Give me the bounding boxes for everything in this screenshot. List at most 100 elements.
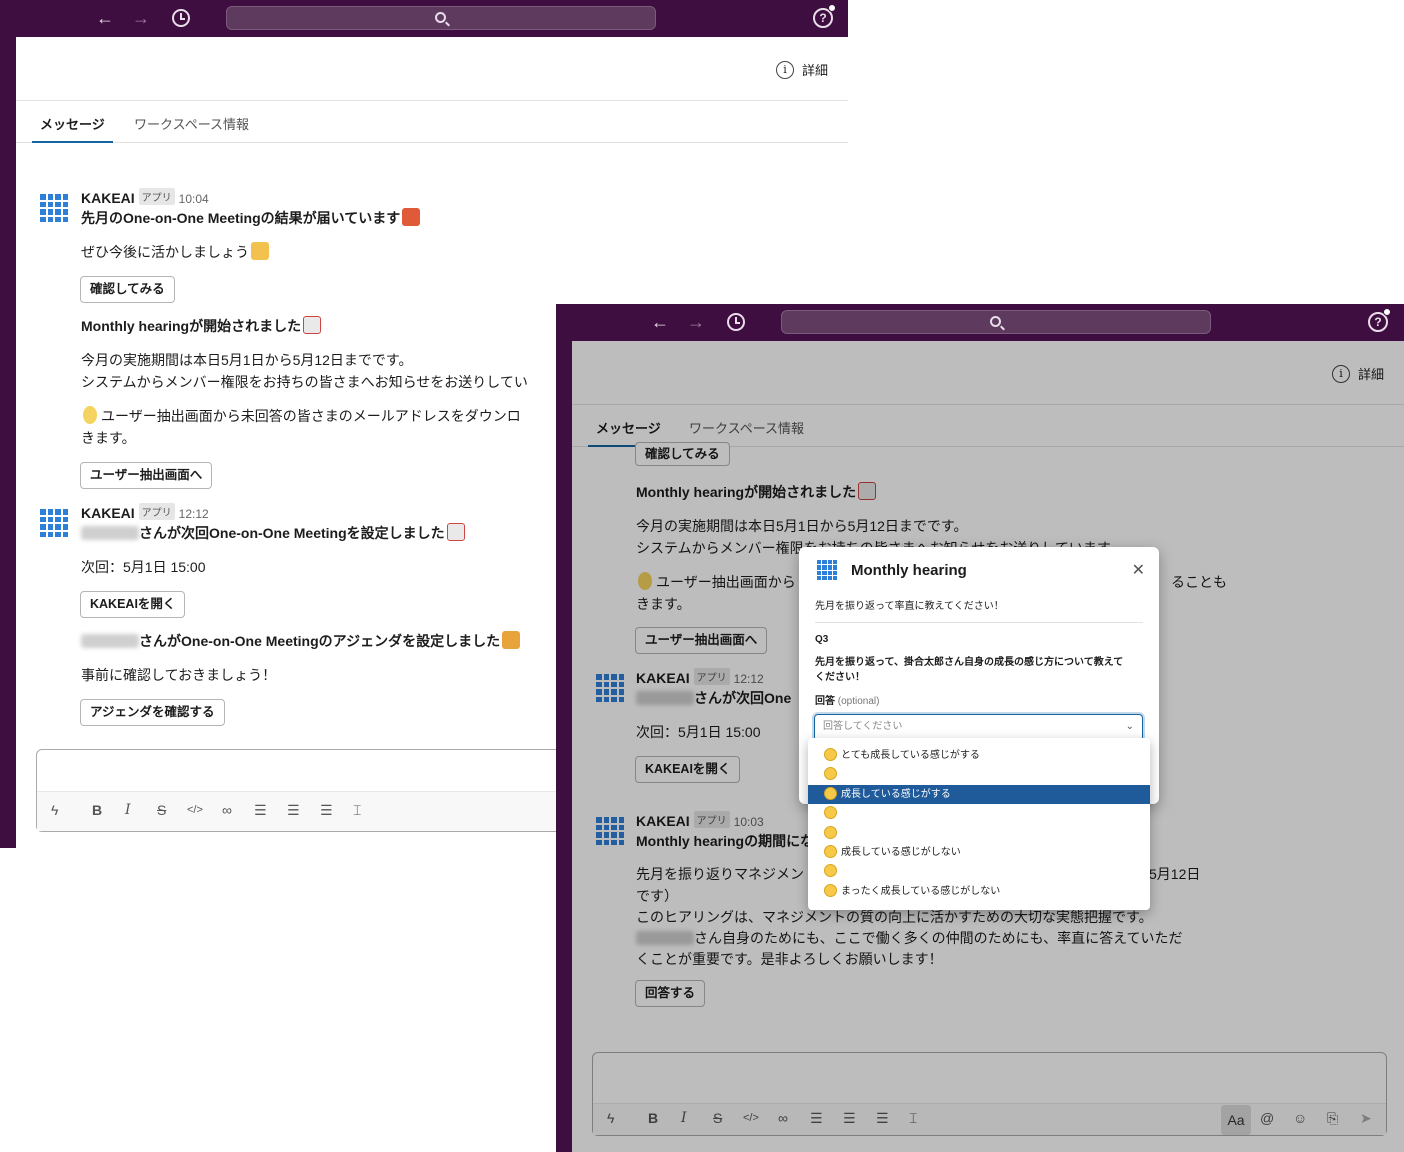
optional-label: (optional) (837, 696, 880, 707)
answer-dropdown: とても成長している感じがする 成長している感じがする 成長している感じがしない … (808, 738, 1150, 910)
code-icon[interactable]: </> (187, 804, 203, 816)
details-button[interactable]: i 詳細 (775, 60, 828, 79)
bulleted-list-icon[interactable]: ☰ (287, 802, 300, 819)
history-icon[interactable] (172, 9, 190, 27)
user-extract-button[interactable]: ユーザー抽出画面へ (80, 462, 213, 489)
link-icon[interactable]: ∞ (222, 802, 232, 818)
close-icon[interactable]: ✕ (1132, 560, 1145, 580)
search-icon (435, 12, 446, 23)
answer-label: 回答 (815, 696, 835, 707)
timestamp[interactable]: 12:12 (179, 507, 209, 521)
bold-icon[interactable]: B (92, 802, 102, 818)
dropdown-option[interactable] (808, 862, 1150, 881)
question-text: 先月を振り返って、掛合太郎さん自身の成長の感じ方について教えて (815, 657, 1124, 668)
italic-icon[interactable]: I (125, 802, 131, 818)
shortcuts-icon[interactable]: ϟ (51, 802, 58, 818)
question-text: ください！ (815, 672, 865, 683)
message-title: さんが次回One-on-One Meetingを設定しました (81, 523, 465, 543)
smile-face-icon (824, 748, 837, 761)
message-line-text: ぜひ今後に活かしましょう (81, 244, 249, 260)
check-agenda-button[interactable]: アジェンダを確認する (80, 699, 225, 726)
app-badge: アプリ (138, 188, 175, 205)
timestamp[interactable]: 10:04 (179, 192, 209, 206)
question-number: Q3 (815, 634, 829, 645)
search-icon (990, 316, 1001, 327)
body-line: ユーザー抽出画面から未回答の皆さまのメールアドレスをダウンロ (81, 406, 521, 426)
raised-hands-icon (251, 242, 269, 260)
agenda-title-text: さんがOne-on-One Meetingのアジェンダを設定しました (139, 633, 501, 649)
pensive-face-icon (824, 806, 837, 820)
message-header: KAKEAI アプリ 10:04 (81, 188, 209, 206)
dropdown-option-selected[interactable]: 成長している感じがする (808, 784, 1150, 805)
channel-header: i 詳細 (16, 37, 848, 101)
agenda-title: さんがOne-on-One Meetingのアジェンダを設定しました (81, 631, 521, 651)
kakeai-avatar[interactable] (40, 194, 68, 222)
smirk-face-icon (824, 786, 837, 800)
kakeai-avatar[interactable] (40, 509, 68, 537)
search-bar[interactable] (781, 310, 1211, 334)
slack-window-front: ← → ? i 詳細 メッセージ ワークスペース情報 確認してみる Monthl… (556, 304, 1404, 1152)
gift-icon (402, 208, 421, 226)
sender-name[interactable]: KAKEAI (81, 190, 135, 206)
dropdown-option[interactable]: まったく成長している感じがしない (808, 882, 1150, 901)
chevron-down-icon: ⌄ (1125, 721, 1134, 732)
relieved-face-icon (824, 767, 837, 781)
open-kakeai-button[interactable]: KAKEAIを開く (80, 591, 186, 618)
strikethrough-icon[interactable]: S (157, 802, 166, 818)
forward-arrow-icon[interactable]: → (686, 312, 706, 332)
code-block-icon[interactable]: ⌶ (353, 802, 361, 819)
forward-arrow-icon[interactable]: → (131, 8, 151, 28)
modal-title: Monthly hearing (851, 562, 967, 579)
disappointed-face-icon (824, 844, 837, 858)
redacted-name (81, 634, 139, 648)
option-label: まったく成長している感じがしない (841, 885, 1001, 897)
indent-icon[interactable]: ☰ (320, 802, 333, 819)
dropdown-option[interactable] (808, 804, 1150, 823)
sidebar-strip (556, 341, 572, 1152)
modal-intro: 先月を振り返って率直に教えてください！ (815, 601, 1004, 612)
back-arrow-icon[interactable]: ← (95, 8, 115, 28)
tab-messages[interactable]: メッセージ (40, 114, 105, 133)
message-title: 先月のOne-on-One Meetingの結果が届いています (81, 208, 421, 228)
message-title-text: さんが次回One-on-One Meetingを設定しました (139, 525, 445, 541)
notification-dot (1383, 308, 1391, 316)
weary-face-icon (824, 883, 837, 897)
message-title-text: 先月のOne-on-One Meetingの結果が届いています (81, 210, 401, 226)
sidebar-strip (0, 37, 16, 848)
search-bar[interactable] (226, 6, 656, 30)
people-icon (502, 631, 521, 649)
dropdown-option[interactable]: とても成長している感じがする (808, 746, 1150, 765)
option-label: とても成長している感じがする (841, 750, 980, 761)
dropdown-option[interactable]: 成長している感じがしない (808, 843, 1150, 862)
dropdown-option[interactable] (808, 824, 1150, 843)
answer-select[interactable]: 回答してください ⌄ (814, 714, 1143, 741)
message-header: KAKEAI アプリ 12:12 (81, 503, 209, 521)
hearing-subtitle: Monthly hearingが開始されました (81, 316, 322, 336)
answer-select-placeholder: 回答してください (823, 721, 903, 732)
notification-dot (828, 4, 836, 12)
next-meeting: 次回：5月1日 15:00 (81, 559, 206, 575)
ordered-list-icon[interactable]: ☰ (254, 802, 267, 819)
body-line: きます。 (81, 430, 136, 446)
redacted-name (81, 526, 139, 540)
tab-bar: メッセージ ワークスペース情報 (16, 101, 848, 143)
active-tab-indicator (32, 141, 113, 143)
body-line: システムからメンバー権限をお持ちの皆さまへお知らせをお送りしてい (81, 374, 528, 390)
body-line: 今月の実施期間は本日5月1日から5月12日までです。 (81, 352, 413, 368)
option-label: 成長している感じがしない (841, 846, 961, 858)
dropdown-option[interactable] (808, 765, 1150, 784)
confounded-face-icon (824, 864, 837, 878)
calendar-icon (303, 316, 322, 334)
top-bar: ← → ? (556, 304, 1404, 341)
divider (815, 622, 1143, 623)
history-icon[interactable] (727, 313, 745, 331)
confirm-button[interactable]: 確認してみる (80, 276, 175, 303)
back-arrow-icon[interactable]: ← (650, 312, 670, 332)
sender-name[interactable]: KAKEAI (81, 505, 135, 521)
details-label: 詳細 (801, 63, 828, 78)
tab-workspace-info[interactable]: ワークスペース情報 (134, 114, 249, 133)
message-line: ぜひ今後に活かしましょう (81, 242, 269, 262)
hearing-subtitle-text: Monthly hearingが開始されました (81, 318, 302, 334)
lightbulb-icon (83, 406, 97, 424)
agenda-line: 事前に確認しておきましょう！ (81, 667, 277, 683)
